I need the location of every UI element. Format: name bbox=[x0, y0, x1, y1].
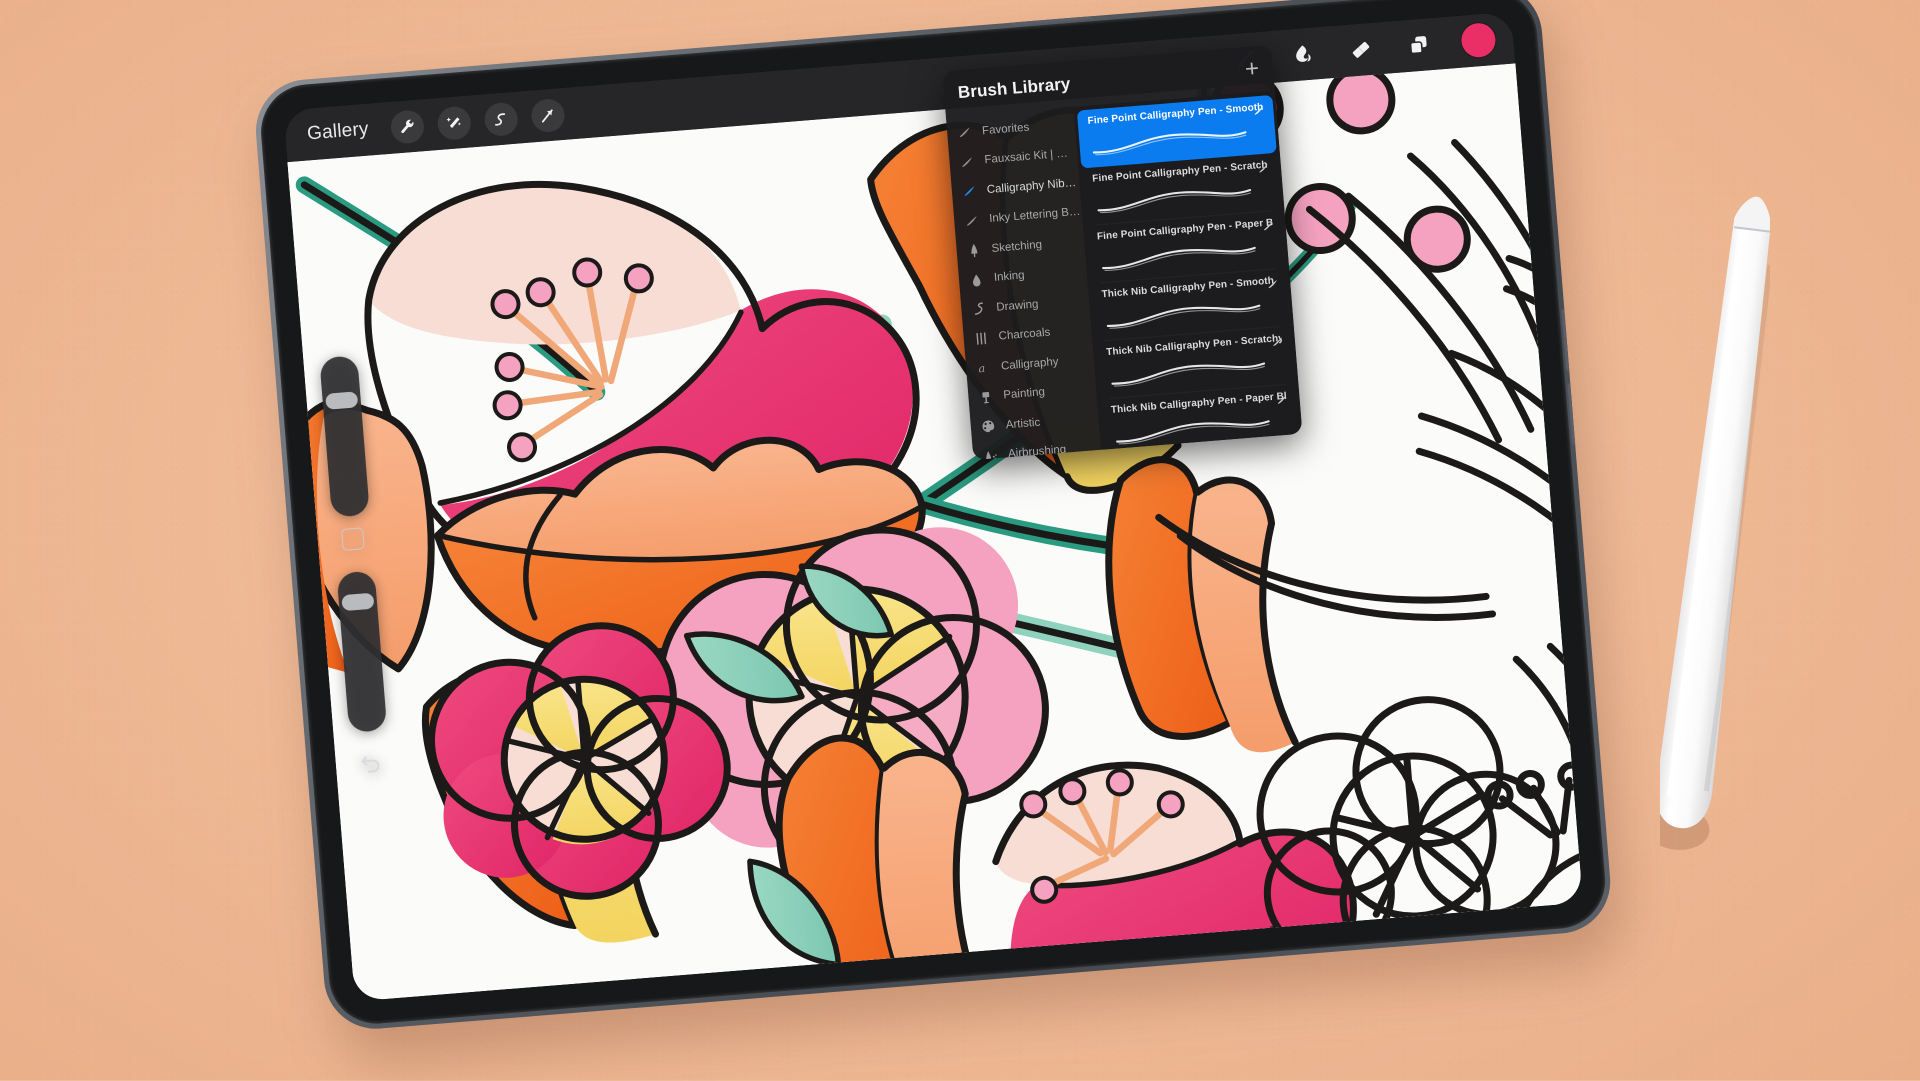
brush-list: Fine Point Calligraphy Pen - Smooth Fine … bbox=[1073, 90, 1303, 450]
brush-thumbnail-icon bbox=[1270, 335, 1284, 354]
transform-button[interactable] bbox=[529, 97, 566, 133]
charcoal-icon bbox=[972, 330, 990, 346]
brush-category-label: Painting bbox=[1002, 386, 1046, 402]
brush-stroke-preview bbox=[1103, 296, 1264, 333]
arrow-cursor-icon bbox=[541, 109, 553, 123]
brush-thumbnail-icon bbox=[1266, 277, 1280, 296]
opacity-thumb[interactable] bbox=[341, 592, 375, 612]
pencil-icon bbox=[965, 242, 983, 258]
brush-category-label: Calligraphy bbox=[1000, 355, 1059, 373]
brush-thumbnail-icon bbox=[1261, 219, 1275, 238]
brush-size-thumb[interactable] bbox=[325, 391, 359, 410]
brush-category-label: Inky Lettering Brushe... bbox=[988, 205, 1083, 226]
s-curve-icon bbox=[494, 112, 505, 126]
brush-category-label: Sketching bbox=[991, 238, 1043, 255]
brushstroke-icon bbox=[958, 154, 976, 170]
magic-wand-icon bbox=[445, 116, 461, 128]
scribble-icon bbox=[970, 301, 988, 317]
tablet-body: .ln{fill:none;stroke:#1c1a19;stroke-widt… bbox=[251, 0, 1615, 1033]
brush-thumbnail-icon bbox=[1257, 161, 1271, 180]
smudge-tool-button[interactable] bbox=[1287, 38, 1319, 70]
brushstroke-icon bbox=[956, 124, 974, 140]
color-swatch-button[interactable] bbox=[1460, 21, 1497, 59]
brush-category-label: Calligraphy Nibs | MST bbox=[986, 176, 1080, 196]
apple-pencil bbox=[1660, 196, 1770, 850]
gallery-button[interactable]: Gallery bbox=[306, 119, 369, 146]
brush-stroke-preview bbox=[1089, 123, 1250, 160]
selection-button[interactable] bbox=[482, 101, 519, 137]
add-brush-button[interactable]: + bbox=[1244, 55, 1260, 83]
brush-library-panel: Brush Library + Favorites Fauxsaic Kit | … bbox=[942, 44, 1303, 461]
actions-wrench-button[interactable] bbox=[389, 108, 425, 145]
brush-stroke-preview bbox=[1098, 239, 1259, 276]
brushstroke-icon bbox=[963, 213, 981, 229]
artwork-line-art: .ln{fill:none;stroke:#1c1a19;stroke-widt… bbox=[287, 63, 1583, 1002]
brushstroke-icon bbox=[960, 183, 978, 199]
brush-category-label: Charcoals bbox=[998, 326, 1051, 343]
brush-thumbnail-icon bbox=[1275, 393, 1289, 412]
paintbrush-icon bbox=[977, 389, 995, 405]
brush-category-label: Inking bbox=[993, 269, 1026, 285]
brush-category-label: Artistic bbox=[1005, 416, 1041, 432]
brush-thumbnail-icon bbox=[1252, 104, 1266, 123]
undo-arrow-icon bbox=[361, 756, 380, 773]
brush-library-body: Favorites Fauxsaic Kit | MST Calligraphy N… bbox=[946, 90, 1303, 460]
smudge-icon bbox=[1296, 45, 1311, 62]
drawing-canvas[interactable]: .ln{fill:none;stroke:#1c1a19;stroke-widt… bbox=[287, 63, 1583, 1002]
brush-category-label: Fauxsaic Kit | MST bbox=[984, 147, 1078, 167]
brush-stroke-preview bbox=[1094, 181, 1255, 218]
brush-category-label: Drawing bbox=[995, 298, 1039, 314]
brush-stroke-preview bbox=[1107, 354, 1268, 391]
palette-icon bbox=[979, 418, 997, 434]
layers-button[interactable] bbox=[1402, 29, 1434, 61]
layers-icon bbox=[1409, 36, 1427, 55]
brush-library-title: Brush Library bbox=[957, 74, 1072, 103]
wrench-icon bbox=[400, 119, 414, 133]
svg-text:a: a bbox=[978, 362, 986, 375]
tablet-device: .ln{fill:none;stroke:#1c1a19;stroke-widt… bbox=[251, 0, 1628, 1081]
eraser-icon bbox=[1352, 42, 1370, 58]
tablet-screen: .ln{fill:none;stroke:#1c1a19;stroke-widt… bbox=[283, 11, 1583, 1002]
tablet-bezel: .ln{fill:none;stroke:#1c1a19;stroke-widt… bbox=[257, 0, 1609, 1028]
undo-button[interactable] bbox=[351, 744, 392, 783]
letter-a-icon: a bbox=[975, 360, 993, 376]
brush-category-label: Favorites bbox=[981, 121, 1030, 138]
modify-button[interactable] bbox=[332, 515, 374, 564]
ink-drop-icon bbox=[967, 271, 985, 287]
erase-tool-button[interactable] bbox=[1345, 34, 1377, 66]
adjustments-button[interactable] bbox=[436, 104, 472, 141]
modify-square-icon bbox=[340, 527, 365, 551]
